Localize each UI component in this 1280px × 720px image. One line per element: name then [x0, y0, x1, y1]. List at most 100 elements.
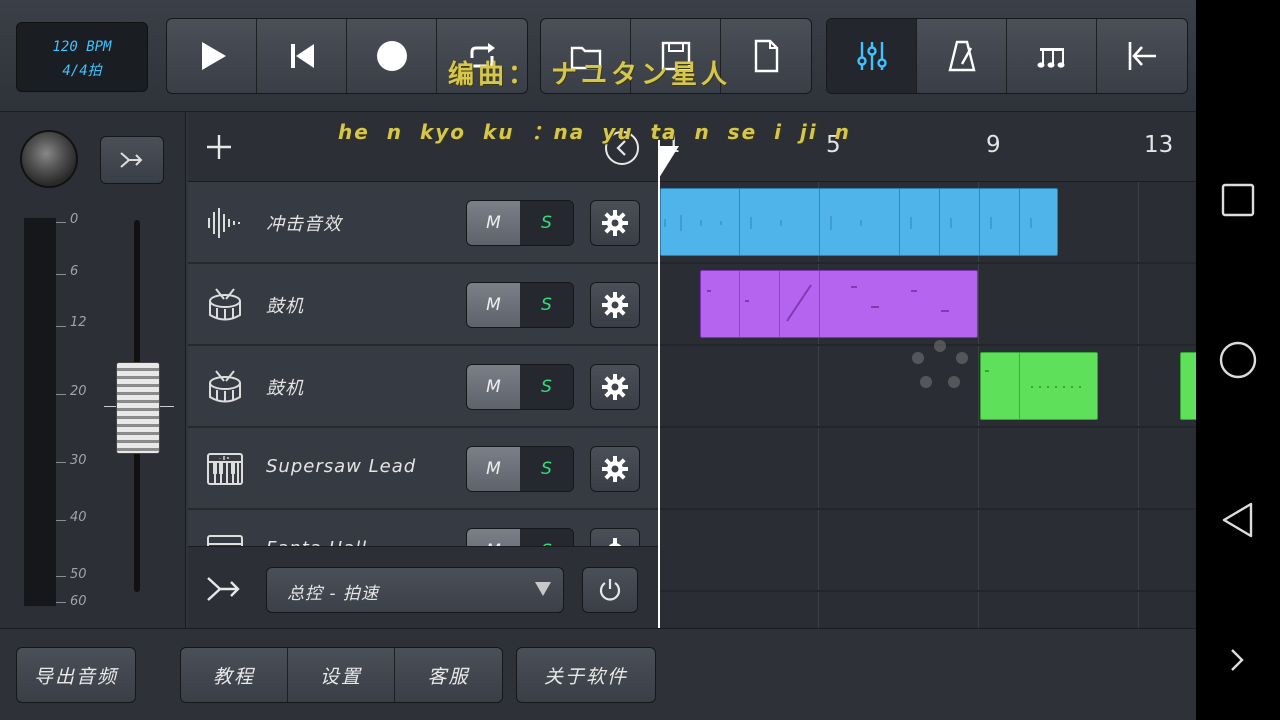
track-settings-button[interactable]	[590, 200, 640, 246]
track-row[interactable]: Fanta Hall M S	[188, 510, 658, 546]
lyric-overlay-line2: he n kyo ku ：na yu ta n se i ji n	[338, 120, 851, 144]
drum-pattern-clip[interactable]	[700, 270, 978, 338]
record-icon	[376, 41, 407, 71]
track-settings-button[interactable]	[590, 282, 640, 328]
master-volume-knob[interactable]	[20, 130, 78, 188]
scale-label: 40	[70, 510, 87, 525]
new-file-icon	[754, 39, 779, 73]
mute-button[interactable]: M	[467, 201, 520, 245]
mute-button[interactable]: M	[467, 283, 520, 327]
route-arrow-icon	[120, 152, 143, 168]
track-lane	[658, 510, 1196, 592]
metronome-button[interactable]	[917, 19, 1007, 93]
track-name: 鼓机	[266, 378, 304, 399]
mute-button[interactable]: M	[467, 365, 520, 409]
track-name: Supersaw Lead	[266, 456, 417, 477]
power-icon	[599, 579, 621, 601]
scale-label: 20	[70, 384, 87, 399]
drag-handle-icon[interactable]	[908, 336, 972, 396]
drum-icon	[209, 288, 241, 321]
track-row[interactable]: 鼓机 M S	[188, 346, 658, 428]
track-row[interactable]: 冲击音效 M S	[188, 182, 658, 264]
about-button[interactable]: 关于软件	[516, 647, 656, 703]
solo-button[interactable]: S	[520, 365, 573, 409]
mute-solo-group: M S	[466, 528, 574, 546]
notes-button[interactable]	[1007, 19, 1097, 93]
playhead-marker[interactable]	[659, 146, 679, 178]
solo-button[interactable]: S	[520, 201, 573, 245]
drum-pattern-clip[interactable]	[980, 352, 1098, 420]
track-row[interactable]: Supersaw Lead M S	[188, 428, 658, 510]
bottom-bar: 导出音频 教程 设置 客服 关于软件	[0, 628, 1196, 720]
system-nav-bar	[1196, 0, 1280, 720]
settings-button[interactable]: 设置	[288, 648, 395, 702]
dropdown-arrow-icon	[535, 582, 551, 596]
fader-scale: 0 6 12 20 30 40 50 60	[56, 212, 96, 609]
rewind-button[interactable]	[257, 19, 347, 93]
master-select-value: 总控 - 拍速	[287, 584, 379, 604]
lyric-overlay-line1: 编曲： ナユタン星人	[448, 60, 732, 90]
mixer-button[interactable]	[827, 19, 917, 93]
solo-button[interactable]: S	[520, 447, 573, 491]
mute-button[interactable]: M	[467, 529, 520, 546]
daw-app: 120 BPM 4/4拍 0 6 12 20 30 40 50 60 冲击音效 …	[0, 0, 1196, 720]
bpm-text: 120 BPM	[52, 39, 112, 55]
play-button[interactable]	[167, 19, 257, 93]
pattern-preview	[985, 370, 1081, 388]
collapse-button[interactable]	[1097, 19, 1187, 93]
track-settings-button[interactable]	[590, 446, 640, 492]
add-track-icon[interactable]	[204, 132, 234, 162]
audio-clip[interactable]	[660, 188, 1058, 256]
export-audio-button[interactable]: 导出音频	[16, 647, 136, 703]
track-settings-button[interactable]	[590, 364, 640, 410]
metronome-icon	[947, 40, 976, 72]
bar-number: 13	[1144, 132, 1174, 158]
waveform-icon	[208, 208, 240, 238]
gear-icon	[602, 456, 628, 482]
route-arrow-icon	[207, 577, 240, 601]
scale-label: 50	[70, 567, 87, 582]
recent-apps-icon[interactable]	[1218, 180, 1258, 220]
play-icon	[201, 42, 226, 70]
home-icon[interactable]	[1218, 340, 1258, 380]
new-file-button[interactable]	[721, 19, 811, 93]
scale-label: 12	[70, 315, 87, 330]
gear-icon	[602, 374, 628, 400]
tempo-display[interactable]: 120 BPM 4/4拍	[16, 22, 148, 92]
arrangement-area[interactable]	[658, 182, 1196, 628]
scale-label: 30	[70, 453, 87, 468]
master-power-button[interactable]	[582, 567, 638, 613]
gear-icon	[602, 210, 628, 236]
view-controls	[826, 18, 1188, 94]
drum-icon	[209, 370, 241, 403]
master-automation-select[interactable]: 总控 - 拍速	[266, 567, 564, 613]
mute-solo-group: M S	[466, 364, 574, 410]
mute-solo-group: M S	[466, 282, 574, 328]
skip-back-icon	[290, 44, 314, 68]
pattern-preview	[707, 284, 949, 322]
chevron-right-icon[interactable]	[1226, 646, 1250, 674]
playhead[interactable]	[658, 140, 660, 628]
master-route-button[interactable]	[100, 136, 164, 184]
master-fader-handle[interactable]	[116, 362, 160, 454]
back-icon[interactable]	[1218, 500, 1258, 540]
mute-solo-group: M S	[466, 446, 574, 492]
track-row[interactable]: 鼓机 M S	[188, 264, 658, 346]
waveform-preview	[664, 215, 1032, 231]
scale-label: 60	[70, 594, 87, 609]
drum-pattern-clip[interactable]	[1180, 352, 1196, 420]
record-button[interactable]	[347, 19, 437, 93]
keyboard-icon	[207, 453, 243, 485]
solo-button[interactable]: S	[520, 283, 573, 327]
mute-solo-group: M S	[466, 200, 574, 246]
support-button[interactable]: 客服	[395, 648, 502, 702]
solo-button[interactable]: S	[520, 529, 573, 546]
track-name: Fanta Hall	[266, 538, 367, 546]
track-settings-button[interactable]	[590, 528, 640, 546]
track-name: 鼓机	[266, 296, 304, 317]
track-name: 冲击音效	[266, 214, 342, 235]
tutorial-button[interactable]: 教程	[181, 648, 288, 702]
mute-button[interactable]: M	[467, 447, 520, 491]
keyboard-icon	[207, 535, 243, 546]
music-notes-icon	[1037, 48, 1064, 68]
